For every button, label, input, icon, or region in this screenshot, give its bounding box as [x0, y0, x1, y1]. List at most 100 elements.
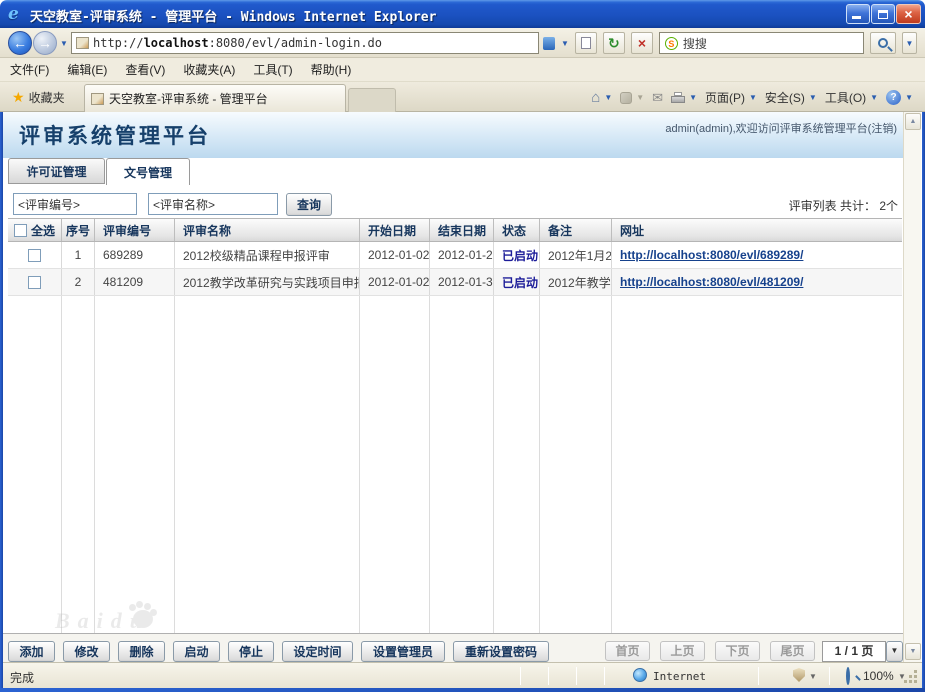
status-separator: [758, 667, 759, 685]
page-select[interactable]: 1 / 1 页: [822, 641, 886, 662]
table-row: 2 481209 2012教学改革研究与实践项目申报 2012-01-02 20…: [8, 269, 902, 296]
page-menu-button[interactable]: 页面(P)▼: [705, 89, 757, 106]
reset-password-button[interactable]: 重新设置密码: [453, 641, 549, 662]
header-seq: 序号: [62, 219, 95, 241]
cell-start-date: 2012-01-02: [360, 269, 430, 295]
tools-menu-button[interactable]: 工具(O) ▼: [825, 89, 878, 106]
title-bar[interactable]: e 天空教室-评审系统 - 管理平台 - Windows Internet Ex…: [0, 0, 925, 28]
status-separator: [604, 667, 605, 685]
zoom-level[interactable]: 100%: [863, 669, 894, 683]
menu-tools[interactable]: 工具(T): [253, 61, 292, 78]
refresh-button[interactable]: ↻: [603, 32, 625, 54]
review-url-link[interactable]: http://localhost:8080/evl/481209/: [620, 275, 803, 289]
page-select-dropdown-icon: ▼: [891, 646, 899, 655]
menu-file[interactable]: 文件(F): [10, 61, 49, 78]
menu-view[interactable]: 查看(V): [125, 61, 165, 78]
first-page-button[interactable]: 首页: [605, 641, 650, 661]
next-page-button[interactable]: 下页: [715, 641, 760, 661]
new-tab-stub[interactable]: [348, 88, 396, 112]
search-box[interactable]: S: [659, 32, 864, 54]
add-button[interactable]: 添加: [8, 641, 55, 662]
tools-menu-label: 工具(O): [825, 89, 866, 106]
printer-icon: [671, 92, 685, 103]
page-header: 评审系统管理平台 admin(admin),欢迎访问评审系统管理平台(注销): [3, 112, 903, 158]
welcome-text: admin(admin),欢迎访问评审系统管理平台(注销): [597, 120, 897, 136]
close-icon: ×: [904, 6, 912, 22]
menu-edit[interactable]: 编辑(E): [67, 61, 107, 78]
edit-button[interactable]: 修改: [63, 641, 110, 662]
status-separator: [829, 667, 830, 685]
close-button[interactable]: ×: [896, 4, 921, 24]
list-summary: 评审列表 共计： 2个: [740, 197, 898, 214]
feeds-button[interactable]: ▼: [620, 92, 644, 104]
scrollbar-up-button[interactable]: ▲: [905, 113, 921, 130]
forward-button[interactable]: →: [33, 31, 57, 55]
header-review-name: 评审名称: [175, 219, 360, 241]
safety-menu-button[interactable]: 安全(S)▼: [765, 89, 817, 106]
review-url-link[interactable]: http://localhost:8080/evl/689289/: [620, 248, 803, 262]
compatibility-view-button[interactable]: [575, 32, 597, 54]
stop-button[interactable]: ×: [631, 32, 653, 54]
set-time-button[interactable]: 设定时间: [282, 641, 353, 662]
cell-start-date: 2012-01-02: [360, 242, 430, 268]
scroll-down-icon: ▼: [910, 648, 917, 655]
restore-icon: [878, 10, 888, 19]
menu-favorites[interactable]: 收藏夹(A): [183, 61, 235, 78]
minimize-button[interactable]: [846, 4, 870, 24]
empty-table-grid: [8, 296, 902, 633]
cell-review-name: 2012校级精品课程申报评审: [175, 242, 360, 268]
tools-dropdown-icon: ▼: [870, 93, 878, 102]
suggestion-icon: [543, 37, 555, 50]
row-checkbox[interactable]: [28, 249, 41, 262]
review-no-input[interactable]: [13, 193, 137, 215]
prev-page-button[interactable]: 上页: [660, 641, 705, 661]
last-page-button[interactable]: 尾页: [770, 641, 815, 661]
print-button[interactable]: ▼: [671, 92, 697, 103]
menu-help[interactable]: 帮助(H): [311, 61, 352, 78]
magnifier-icon: [878, 38, 888, 48]
resize-grip[interactable]: [914, 680, 917, 683]
page-menu-label: 页面(P): [705, 89, 745, 106]
browser-tab[interactable]: 天空教室-评审系统 - 管理平台: [84, 84, 346, 112]
back-button[interactable]: ←: [8, 31, 32, 55]
favorites-button[interactable]: ★ 收藏夹: [6, 86, 71, 108]
address-dropdown-button[interactable]: ▼: [561, 39, 569, 48]
status-bar: 完成 Internet ▼ 100% ▼: [3, 662, 922, 688]
menu-bar: 文件(F) 编辑(E) 查看(V) 收藏夹(A) 工具(T) 帮助(H): [0, 58, 925, 82]
cell-review-no: 481209: [95, 269, 175, 295]
start-button[interactable]: 启动: [173, 641, 220, 662]
zoom-dropdown-icon[interactable]: ▼: [898, 672, 906, 681]
search-input[interactable]: [683, 36, 858, 50]
select-all-checkbox[interactable]: [14, 224, 27, 237]
phishing-dropdown-icon[interactable]: ▼: [809, 672, 817, 681]
stop-review-button[interactable]: 停止: [228, 641, 274, 662]
tab-license-management[interactable]: 许可证管理: [8, 158, 105, 184]
address-input[interactable]: http://localhost:8080/evl/admin-login.do: [71, 32, 539, 54]
help-button[interactable]: ?▼: [886, 90, 913, 105]
history-dropdown-button[interactable]: ▼: [60, 39, 68, 48]
scrollbar-down-button[interactable]: ▼: [905, 643, 921, 660]
cell-seq: 1: [62, 242, 95, 268]
content-scrollbar[interactable]: ▲ ▼: [903, 112, 921, 662]
search-button[interactable]: [870, 32, 896, 54]
home-dropdown-icon: ▼: [604, 93, 612, 102]
feeds-dropdown-icon: ▼: [636, 93, 644, 102]
row-checkbox[interactable]: [28, 276, 41, 289]
print-dropdown-icon: ▼: [689, 93, 697, 102]
mail-button[interactable]: ✉: [652, 90, 663, 106]
search-options-button[interactable]: ▼: [902, 32, 917, 54]
tab-document-management[interactable]: 文号管理: [106, 158, 190, 185]
help-icon: ?: [886, 90, 901, 105]
review-name-input[interactable]: [148, 193, 278, 215]
action-bar: 添加 修改 删除 启动 停止 设定时间 设置管理员 重新设置密码 首页 上页 下…: [3, 633, 903, 662]
header-url: 网址: [612, 219, 902, 241]
delete-button[interactable]: 删除: [118, 641, 165, 662]
maximize-button[interactable]: [871, 4, 895, 24]
tab-title: 天空教室-评审系统 - 管理平台: [109, 90, 268, 107]
zoom-magnifier-icon: [846, 667, 850, 685]
search-dropdown-icon: ▼: [906, 39, 914, 48]
page-select-arrow[interactable]: ▼: [886, 641, 903, 662]
query-button[interactable]: 查询: [286, 193, 332, 216]
home-button[interactable]: ⌂▼: [591, 89, 612, 106]
set-admin-button[interactable]: 设置管理员: [361, 641, 445, 662]
